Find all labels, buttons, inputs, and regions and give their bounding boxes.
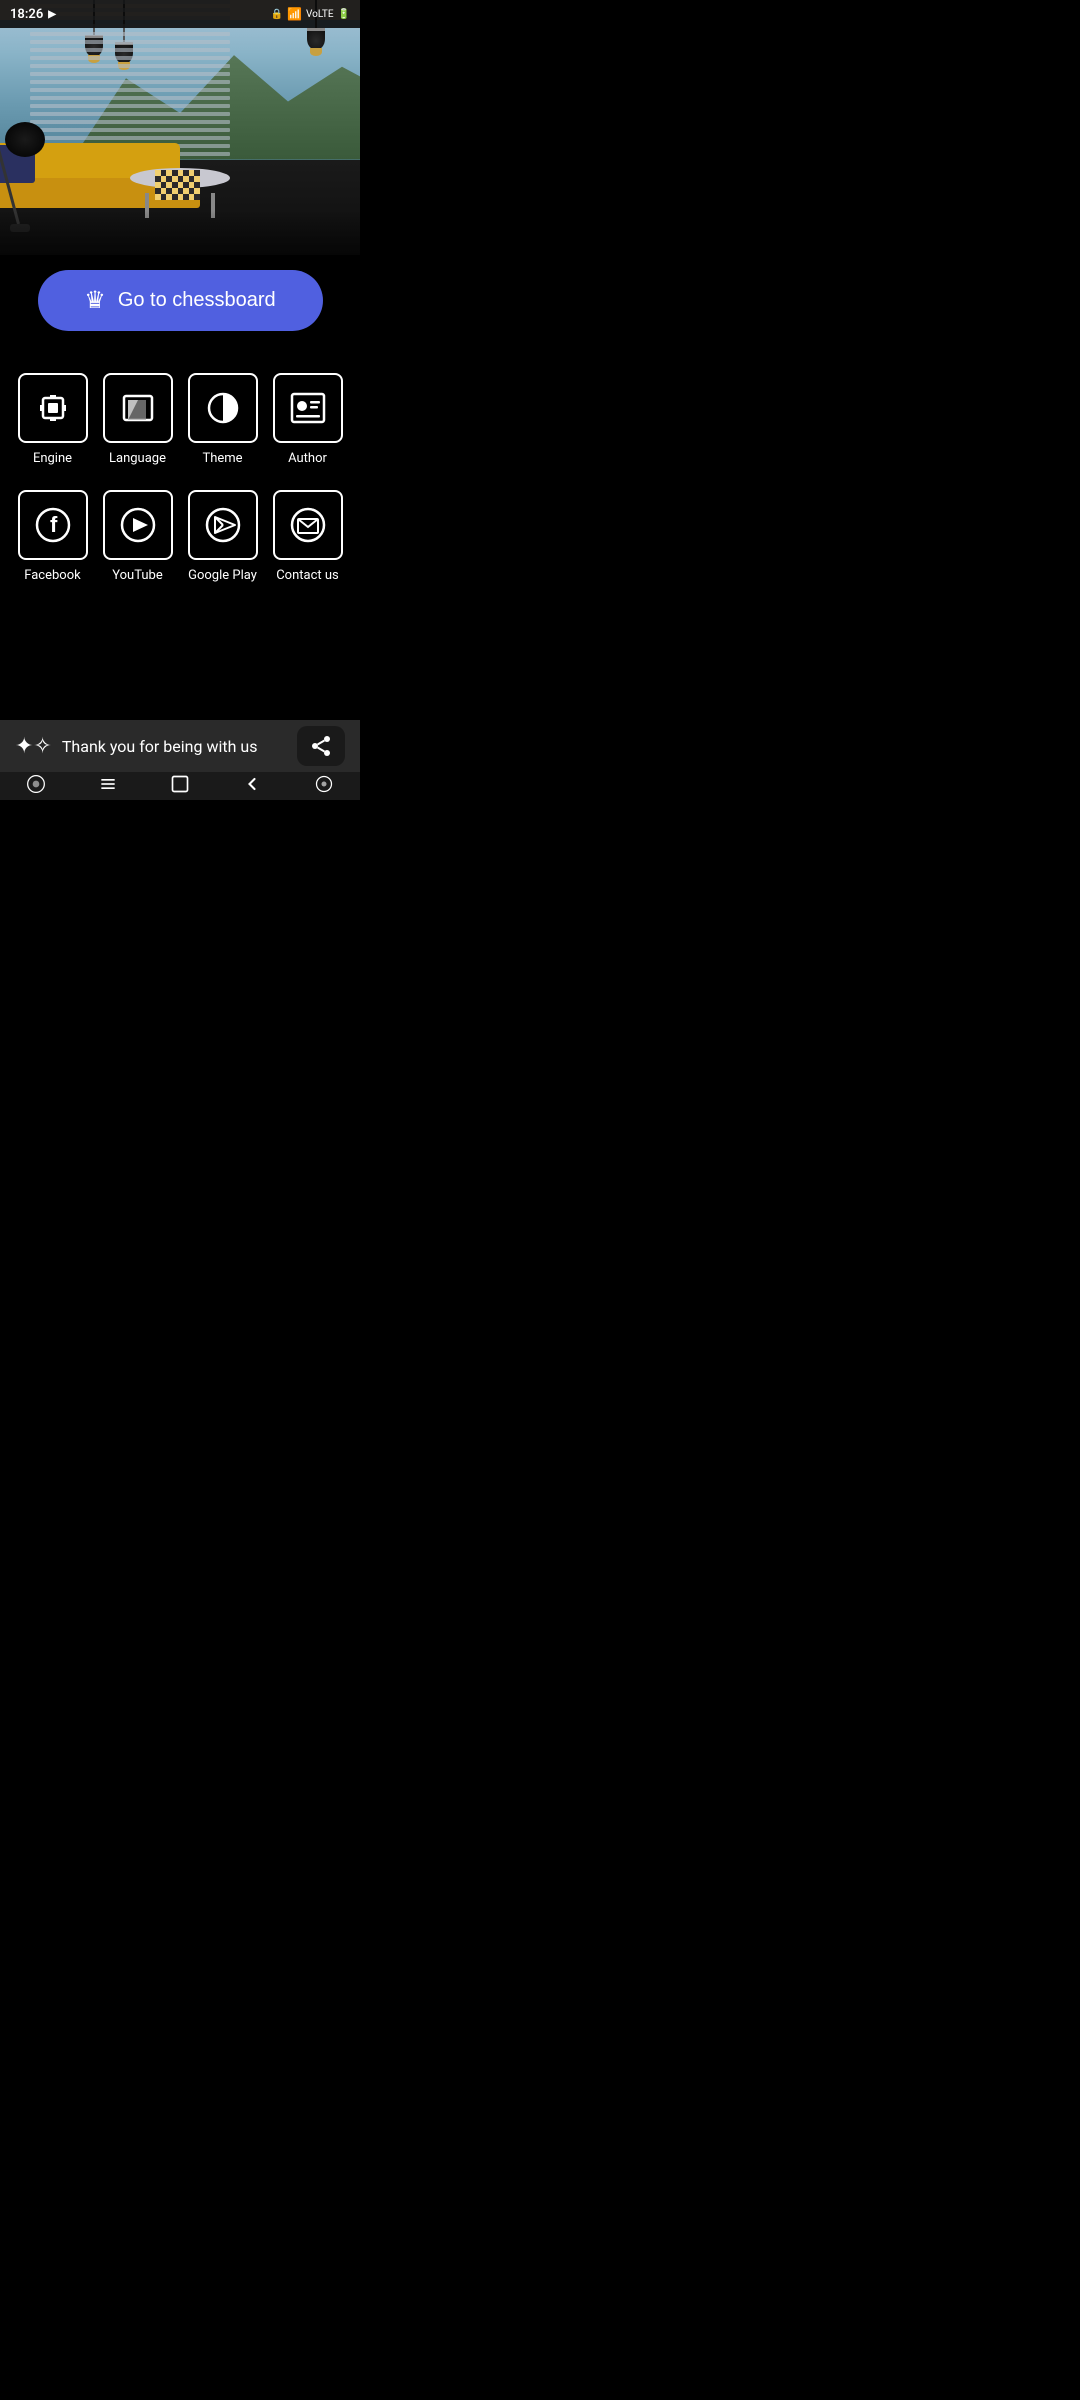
facebook-label: Facebook bbox=[24, 568, 80, 583]
sparkle-icon: ✦✧ bbox=[15, 734, 52, 759]
chessboard-button-label: Go to chessboard bbox=[118, 289, 276, 312]
nav-recents-button[interactable] bbox=[314, 774, 334, 799]
engine-icon-box bbox=[18, 373, 88, 443]
bottom-bar: ✦✧ Thank you for being with us bbox=[0, 720, 360, 772]
language-label: Language bbox=[109, 451, 166, 466]
engine-icon bbox=[33, 388, 73, 428]
language-icon bbox=[118, 388, 158, 428]
engine-label: Engine bbox=[33, 451, 72, 466]
language-icon-box bbox=[103, 373, 173, 443]
svg-text:f: f bbox=[50, 512, 58, 537]
facebook-icon-box: f bbox=[18, 490, 88, 560]
share-icon bbox=[309, 734, 333, 758]
author-icon bbox=[288, 388, 328, 428]
chess-queen-icon: ♛ bbox=[84, 286, 106, 315]
android-nav-bar bbox=[0, 772, 360, 800]
hero-section bbox=[0, 0, 360, 290]
theme-label: Theme bbox=[202, 451, 242, 466]
status-time: 18:26 bbox=[10, 7, 43, 22]
facebook-icon: f bbox=[33, 505, 73, 545]
room-scene bbox=[0, 0, 360, 290]
theme-icon-box bbox=[188, 373, 258, 443]
contactus-icon-box bbox=[273, 490, 343, 560]
nav-menu-button[interactable] bbox=[98, 774, 118, 799]
status-icons: 🔒 📶 VoLTE 🔋 bbox=[271, 7, 350, 21]
status-time-area: 18:26 ▶ bbox=[10, 7, 56, 22]
googleplay-icon-box bbox=[188, 490, 258, 560]
thank-you-text: Thank you for being with us bbox=[62, 737, 287, 756]
youtube-item[interactable]: YouTube bbox=[95, 478, 180, 595]
signal-icon: VoLTE bbox=[306, 9, 334, 20]
author-icon-box bbox=[273, 373, 343, 443]
chess-board bbox=[155, 170, 200, 200]
youtube-icon bbox=[118, 505, 158, 545]
battery-icon: 🔋 bbox=[338, 9, 350, 20]
language-item[interactable]: Language bbox=[95, 361, 180, 478]
status-youtube-icon: ▶ bbox=[48, 9, 56, 20]
nav-gamepad-button[interactable] bbox=[26, 774, 46, 799]
main-content: ♛ Go to chessboard Engine bbox=[0, 255, 360, 740]
status-bar: 18:26 ▶ 🔒 📶 VoLTE 🔋 bbox=[0, 0, 360, 28]
wifi-icon: 📶 bbox=[287, 7, 302, 21]
contactus-label: Contact us bbox=[276, 568, 339, 583]
facebook-item[interactable]: f Facebook bbox=[10, 478, 95, 595]
lock-icon: 🔒 bbox=[271, 9, 283, 20]
theme-item[interactable]: Theme bbox=[180, 361, 265, 478]
go-to-chessboard-button[interactable]: ♛ Go to chessboard bbox=[38, 270, 323, 331]
contactus-icon bbox=[288, 505, 328, 545]
youtube-icon-box bbox=[103, 490, 173, 560]
googleplay-icon bbox=[203, 505, 243, 545]
author-item[interactable]: Author bbox=[265, 361, 350, 478]
author-label: Author bbox=[288, 451, 327, 466]
youtube-label: YouTube bbox=[112, 568, 163, 583]
theme-icon bbox=[203, 388, 243, 428]
contactus-item[interactable]: Contact us bbox=[265, 478, 350, 595]
googleplay-item[interactable]: Google Play bbox=[180, 478, 265, 595]
nav-back-button[interactable] bbox=[242, 774, 262, 799]
share-button[interactable] bbox=[297, 726, 345, 766]
settings-grid: Engine Language Theme bbox=[0, 361, 360, 595]
googleplay-label: Google Play bbox=[188, 568, 257, 583]
nav-home-button[interactable] bbox=[170, 774, 190, 799]
engine-item[interactable]: Engine bbox=[10, 361, 95, 478]
